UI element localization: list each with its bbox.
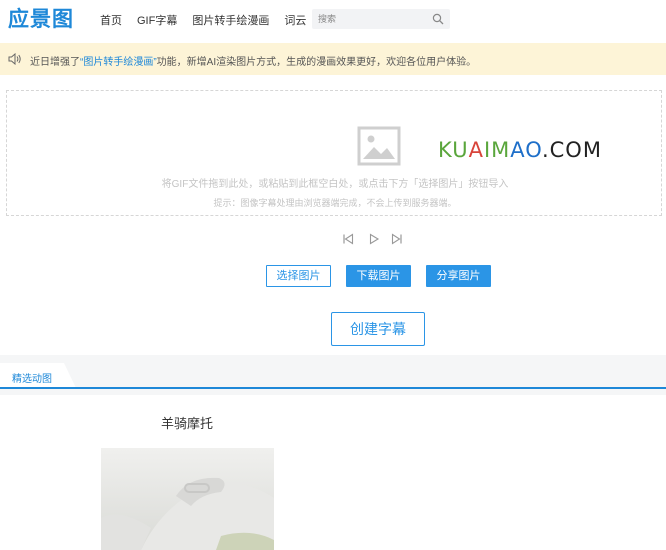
create-caption-button[interactable]: 创建字幕: [331, 312, 425, 346]
notice-link[interactable]: “图片转手绘漫画”: [80, 57, 157, 68]
search-icon[interactable]: [432, 13, 444, 25]
download-image-button[interactable]: 下载图片: [346, 265, 411, 287]
play-icon[interactable]: [368, 233, 380, 245]
tab-underline: [0, 387, 666, 389]
gif-card-title[interactable]: 羊骑摩托: [100, 413, 274, 432]
nav-item-home[interactable]: 首页: [100, 12, 122, 28]
watermark-logo: KUAIMAO.COM: [438, 138, 602, 162]
notice-text: 近日增强了“图片转手绘漫画”功能，新增AI渲染图片方式，生成的漫画效果更好，欢迎…: [30, 53, 476, 68]
search-box: [312, 9, 450, 29]
nav-item-photo-to-comic[interactable]: 图片转手绘漫画: [192, 12, 269, 28]
featured-content: 羊骑摩托: [0, 395, 666, 550]
nav-item-word-cloud[interactable]: 词云: [284, 12, 306, 28]
gif-thumbnail[interactable]: [101, 448, 274, 550]
tab-featured-gifs[interactable]: 精选动图: [12, 370, 52, 385]
notice-bar: 近日增强了“图片转手绘漫画”功能，新增AI渲染图片方式，生成的漫画效果更好，欢迎…: [0, 43, 666, 75]
site-logo[interactable]: 应景图: [8, 4, 74, 32]
drop-tip: 提示：图像字幕处理由浏览器端完成，不会上传到服务器端。: [213, 198, 457, 208]
skip-back-icon[interactable]: [342, 233, 354, 245]
main-nav: 首页 GIF字幕 图片转手绘漫画 词云: [100, 12, 321, 28]
select-image-button[interactable]: 选择图片: [266, 265, 331, 287]
nav-item-gif-caption[interactable]: GIF字幕: [137, 12, 177, 28]
share-image-button[interactable]: 分享图片: [426, 265, 491, 287]
top-header: 应景图 首页 GIF字幕 图片转手绘漫画 词云: [0, 0, 666, 38]
thumbnail-image: [101, 448, 274, 550]
skip-forward-icon[interactable]: [391, 233, 403, 245]
notice-prefix: 近日增强了: [30, 57, 80, 68]
speaker-icon: [8, 53, 21, 65]
search-input[interactable]: [318, 12, 428, 26]
tab-bar: 精选动图: [0, 363, 666, 389]
image-placeholder-icon: [357, 126, 401, 166]
notice-suffix: 功能，新增AI渲染图片方式，生成的漫画效果更好，欢迎各位用户体验。: [156, 57, 477, 68]
drop-hint: 将GIF文件拖到此处，或粘贴到此框空白处，或点击下方「选择图片」按钮导入: [161, 179, 509, 190]
